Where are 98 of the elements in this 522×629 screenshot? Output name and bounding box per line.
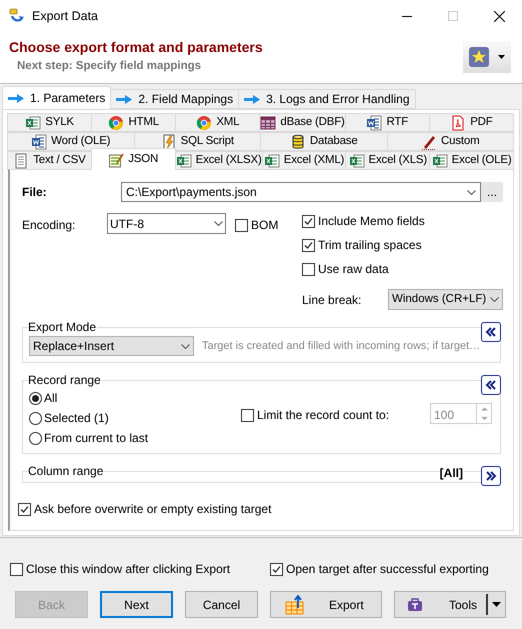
pdf-icon bbox=[450, 114, 466, 130]
globe-icon bbox=[108, 114, 124, 130]
file-path-field[interactable]: C:\Export\payments.json bbox=[121, 182, 481, 202]
format-tab[interactable]: SYLK bbox=[7, 113, 92, 132]
checkbox-label: Limit the record count to: bbox=[257, 407, 390, 424]
database-icon bbox=[290, 134, 306, 150]
radio-label: All bbox=[44, 390, 58, 407]
tools-button[interactable]: Tools bbox=[394, 591, 506, 618]
radio-button[interactable] bbox=[29, 432, 42, 444]
export-mode-dropdown[interactable]: Replace+Insert bbox=[29, 336, 194, 356]
field-label: File: bbox=[22, 184, 48, 201]
spreadsheet-icon bbox=[432, 152, 448, 168]
checkbox[interactable] bbox=[18, 502, 31, 516]
globe-icon bbox=[196, 114, 212, 130]
format-tab[interactable]: JSON bbox=[90, 148, 176, 170]
collapse-button[interactable] bbox=[481, 322, 501, 342]
window-title: Export Data bbox=[32, 8, 98, 25]
format-tab[interactable]: SQL Script bbox=[134, 132, 261, 151]
format-tab[interactable]: Word (OLE) bbox=[7, 132, 134, 151]
radio-button[interactable] bbox=[29, 412, 42, 424]
checkbox[interactable] bbox=[270, 562, 283, 576]
dialog-button[interactable]: Cancel bbox=[185, 591, 258, 618]
field-label: Encoding: bbox=[22, 217, 76, 234]
collapse-button[interactable] bbox=[481, 375, 501, 395]
checkbox-label: Open target after successful exporting bbox=[286, 561, 489, 578]
checkbox-label: Close this window after clicking Export bbox=[26, 561, 230, 578]
chevron-down-icon bbox=[181, 344, 190, 348]
close-icon bbox=[494, 10, 504, 22]
format-tab[interactable]: Excel (XLSX) bbox=[174, 151, 263, 170]
favorites-button[interactable] bbox=[463, 41, 511, 73]
maximize-icon bbox=[448, 11, 458, 21]
radio-button[interactable] bbox=[29, 392, 42, 404]
step-tab[interactable]: 2. Field Mappings bbox=[110, 89, 240, 109]
chevron-down-icon bbox=[490, 297, 499, 302]
spreadsheet-icon bbox=[348, 152, 365, 168]
arrow-right-icon bbox=[8, 94, 24, 102]
document-icon bbox=[31, 134, 48, 150]
spreadsheet-icon bbox=[264, 152, 280, 168]
export-table-icon bbox=[285, 594, 305, 614]
checkbox-label: Trim trailing spaces bbox=[318, 237, 422, 254]
checkbox-label: Include Memo fields bbox=[318, 213, 425, 230]
dropdown-arrow-icon bbox=[492, 602, 501, 607]
record-count-spinner[interactable]: 100 bbox=[430, 403, 492, 424]
group-title: Record range bbox=[28, 373, 102, 387]
spreadsheet-icon bbox=[25, 114, 42, 130]
step-tab[interactable]: 3. Logs and Error Handling bbox=[238, 89, 416, 109]
checkbox-label: BOM bbox=[251, 217, 278, 234]
group-title: Column range bbox=[28, 464, 104, 478]
pen-icon bbox=[421, 134, 438, 150]
format-tab[interactable]: Text / CSV bbox=[7, 151, 92, 170]
format-tab[interactable]: RTF bbox=[344, 113, 430, 132]
checkbox[interactable] bbox=[10, 562, 23, 576]
double-chevron-right-icon bbox=[485, 471, 497, 481]
dialog-button[interactable]: Next bbox=[100, 591, 173, 618]
export-button[interactable]: Export bbox=[270, 591, 382, 618]
mode-description: Target is created and filled with incoming rows; if target… bbox=[202, 338, 480, 354]
checkbox-label: Ask before overwrite or empty existing target bbox=[34, 501, 272, 518]
toolbox-icon bbox=[407, 598, 423, 612]
script-icon bbox=[160, 134, 177, 150]
checkbox-label: Use raw data bbox=[318, 261, 389, 278]
format-tab[interactable]: Excel (XML) bbox=[262, 151, 346, 170]
chevron-down-icon bbox=[467, 190, 476, 194]
checkbox[interactable] bbox=[235, 218, 248, 232]
table-icon bbox=[260, 114, 276, 130]
text-file-icon bbox=[13, 152, 30, 168]
format-tab[interactable]: PDF bbox=[428, 113, 514, 132]
chevron-down-icon bbox=[214, 221, 223, 226]
double-chevron-left-icon bbox=[485, 327, 497, 337]
browse-button[interactable]: ... bbox=[481, 182, 503, 202]
notepad-icon bbox=[108, 152, 124, 168]
app-icon bbox=[9, 8, 25, 24]
format-tab[interactable]: XML bbox=[175, 113, 260, 132]
format-tab[interactable]: Database bbox=[260, 132, 388, 151]
format-tab[interactable]: dBase (DBF) bbox=[259, 113, 346, 132]
arrow-right-icon bbox=[244, 94, 260, 104]
encoding-dropdown[interactable]: UTF-8 bbox=[107, 213, 226, 234]
step-tab[interactable]: 1. Parameters bbox=[2, 86, 112, 109]
checkbox[interactable] bbox=[241, 408, 254, 422]
field-label: Line break: bbox=[302, 292, 362, 308]
line-break-dropdown[interactable]: Windows (CR+LF) bbox=[388, 289, 503, 310]
format-tab[interactable]: Excel (XLS) bbox=[345, 151, 430, 170]
document-icon bbox=[366, 114, 382, 130]
checkbox[interactable] bbox=[302, 238, 315, 252]
radio-label: Selected (1) bbox=[44, 410, 109, 427]
checkbox[interactable] bbox=[302, 262, 315, 276]
spreadsheet-icon bbox=[176, 152, 192, 168]
page-heading: Choose export format and parameters bbox=[9, 39, 264, 56]
radio-label: From current to last bbox=[44, 430, 148, 447]
format-tab[interactable]: Excel (OLE) bbox=[429, 151, 514, 170]
arrow-right-icon bbox=[116, 94, 132, 104]
format-tab[interactable]: HTML bbox=[91, 113, 176, 132]
page-subheading: Next step: Specify field mappings bbox=[17, 59, 202, 74]
double-chevron-left-icon bbox=[485, 380, 497, 390]
dropdown-arrow-icon bbox=[498, 55, 505, 59]
expand-button[interactable] bbox=[481, 466, 501, 486]
checkbox[interactable] bbox=[302, 214, 315, 228]
group-title: Export Mode bbox=[28, 320, 98, 334]
format-tab[interactable]: Custom bbox=[386, 132, 514, 151]
